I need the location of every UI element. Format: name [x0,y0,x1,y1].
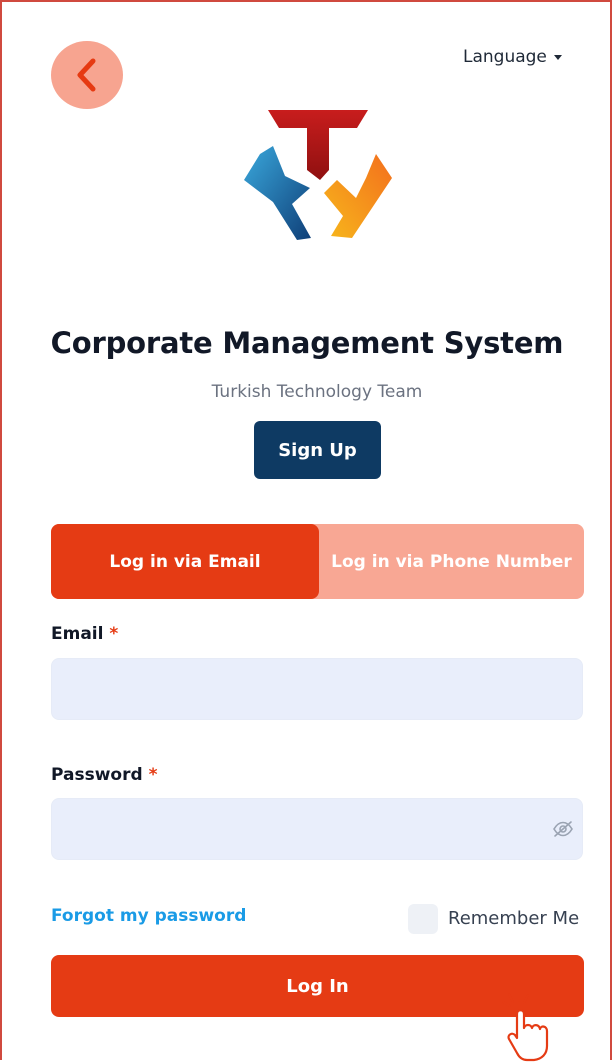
required-asterisk: * [148,765,158,785]
language-selector[interactable]: Language [463,47,562,67]
eye-off-icon[interactable] [552,820,574,838]
sign-up-button[interactable]: Sign Up [254,421,381,479]
chevron-left-icon [77,58,96,92]
company-logo [244,110,392,240]
language-label: Language [463,47,547,67]
email-label-text: Email [51,624,104,644]
required-asterisk: * [109,624,119,644]
pointer-hand-icon [498,992,549,1062]
page-subtitle: Turkish Technology Team [211,382,423,402]
remember-me-label[interactable]: Remember Me [448,908,579,929]
caret-down-icon [553,54,562,60]
password-label-text: Password [51,765,143,785]
page-title: Corporate Management System [50,326,564,360]
forgot-password-link[interactable]: Forgot my password [51,906,246,926]
email-field-label: Email * [51,624,118,644]
email-input[interactable] [51,658,583,720]
tab-phone-login[interactable]: Log in via Phone Number [319,524,584,599]
tab-email-login[interactable]: Log in via Email [51,524,319,599]
password-field-label: Password * [51,765,157,785]
back-button[interactable] [51,41,123,109]
login-method-tabs: Log in via Email Log in via Phone Number [51,524,584,599]
remember-me-checkbox[interactable] [408,904,438,934]
password-input[interactable] [51,798,583,860]
